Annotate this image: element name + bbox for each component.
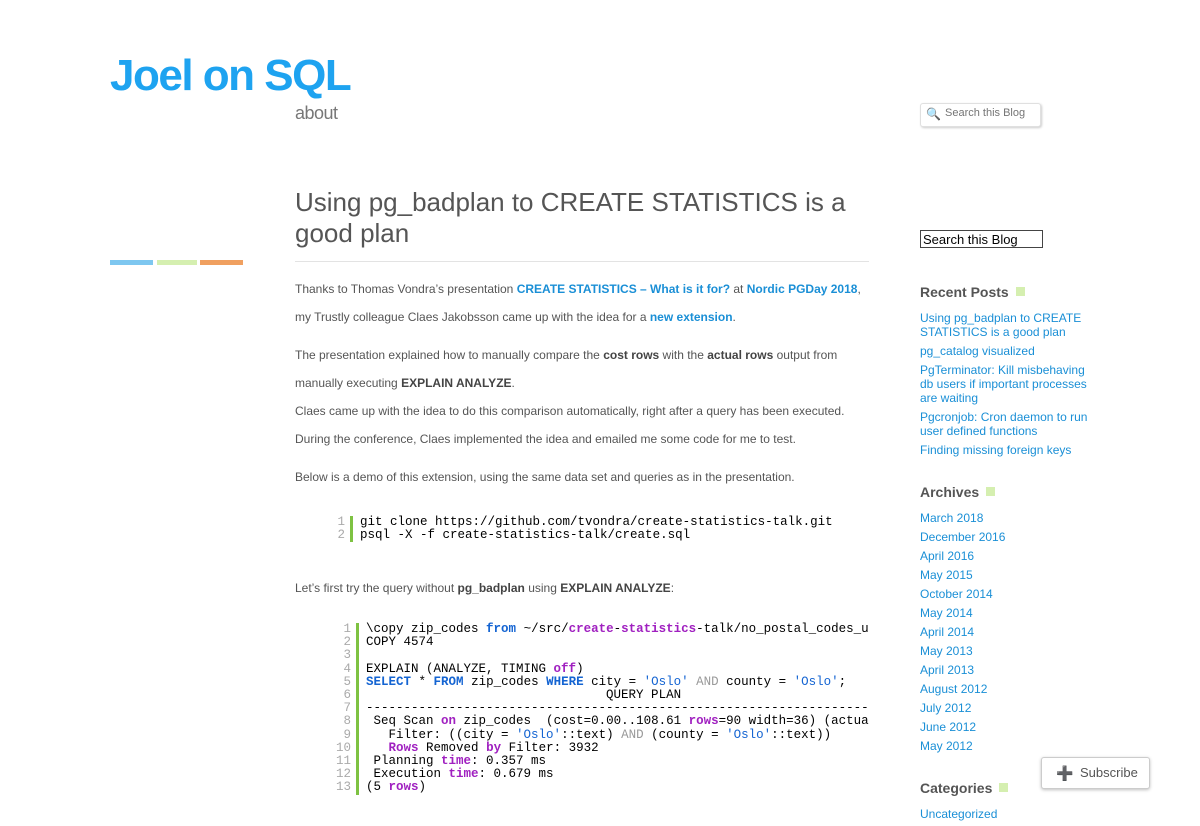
decor-bar-orange <box>200 260 243 265</box>
link-new-extension[interactable]: new extension <box>650 310 733 324</box>
archive-link[interactable]: April 2014 <box>920 625 1095 639</box>
search-icon: 🔍 <box>926 107 941 121</box>
site-title[interactable]: Joel on SQL <box>110 52 352 100</box>
title-divider <box>295 261 869 262</box>
archive-link[interactable]: July 2012 <box>920 701 1095 715</box>
subscribe-label: Subscribe <box>1080 765 1138 780</box>
code-block-setup: 1 2 git clone https://github.com/tvondra/… <box>295 503 865 556</box>
decor-bar-blue <box>110 260 153 265</box>
recent-post-link[interactable]: Pgcronjob: Cron daemon to run user defin… <box>920 410 1095 438</box>
code-source: \copy zip_codes from ~/src/create-statis… <box>366 622 869 795</box>
link-nordic-pgday[interactable]: Nordic PGDay 2018 <box>747 282 858 296</box>
paragraph-claes: Claes came up with the idea to do this c… <box>295 404 845 446</box>
widget-recent-posts: Recent Posts Using pg_badplan to CREATE … <box>920 284 1095 457</box>
code-block-explain: 1 2 3 4 5 6 7 8 9 10 11 12 13 \copy zip_c… <box>295 610 869 808</box>
archive-link[interactable]: December 2016 <box>920 530 1095 544</box>
archive-link[interactable]: August 2012 <box>920 682 1095 696</box>
archive-link[interactable]: April 2016 <box>920 549 1095 563</box>
header-search-input[interactable] <box>945 107 1035 119</box>
archive-link[interactable]: May 2014 <box>920 606 1095 620</box>
paragraph-intro: Thanks to Thomas Vondra’s presentation C… <box>295 282 861 324</box>
paragraph-demo: Below is a demo of this extension, using… <box>295 470 795 484</box>
code-line-numbers: 1 2 3 4 5 6 7 8 9 10 11 12 13 <box>336 622 352 795</box>
link-presentation[interactable]: CREATE STATISTICS – What is it for? <box>517 282 730 296</box>
archive-link[interactable]: October 2014 <box>920 587 1095 601</box>
decor-bar-green <box>157 260 197 265</box>
archive-link[interactable]: June 2012 <box>920 720 1095 734</box>
category-link[interactable]: Uncategorized <box>920 807 1095 821</box>
subscribe-icon: ➕ <box>1056 765 1074 781</box>
paragraph-presentation: The presentation explained how to manual… <box>295 348 838 390</box>
widget-title-recent: Recent Posts <box>920 284 1095 300</box>
code-line-numbers: 1 2 <box>337 515 346 543</box>
widget-title-archives: Archives <box>920 484 1095 500</box>
code-source: git clone https://github.com/tvondra/cre… <box>360 515 833 543</box>
recent-post-link[interactable]: PgTerminator: Kill misbehaving db users … <box>920 363 1095 405</box>
archive-link[interactable]: May 2012 <box>920 739 1095 753</box>
header-search[interactable]: 🔍 <box>920 103 1041 127</box>
archive-link[interactable]: May 2013 <box>920 644 1095 658</box>
archive-link[interactable]: May 2015 <box>920 568 1095 582</box>
post-content: Thanks to Thomas Vondra’s presentation C… <box>295 275 869 808</box>
nav-about-link[interactable]: about <box>295 103 338 124</box>
sidebar: Recent Posts Using pg_badplan to CREATE … <box>920 230 1095 826</box>
subscribe-button[interactable]: ➕ Subscribe <box>1041 757 1150 789</box>
recent-post-link[interactable]: Finding missing foreign keys <box>920 443 1095 457</box>
paragraph-first-try: Let’s first try the query without pg_bad… <box>295 580 675 595</box>
post-title[interactable]: Using pg_badplan to CREATE STATISTICS is… <box>295 187 865 249</box>
archive-link[interactable]: March 2018 <box>920 511 1095 525</box>
archive-link[interactable]: April 2013 <box>920 663 1095 677</box>
sidebar-search-input[interactable] <box>920 230 1043 248</box>
recent-post-link[interactable]: Using pg_badplan to CREATE STATISTICS is… <box>920 311 1095 339</box>
recent-post-link[interactable]: pg_catalog visualized <box>920 344 1095 358</box>
widget-archives: Archives March 2018 December 2016 April … <box>920 484 1095 753</box>
